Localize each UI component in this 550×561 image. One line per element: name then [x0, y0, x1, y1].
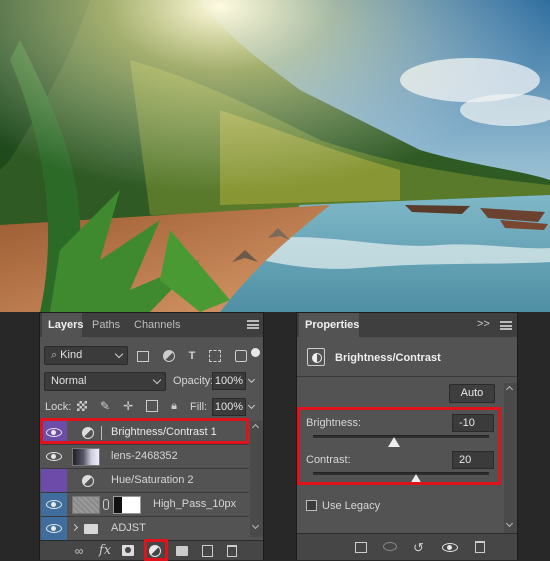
- highlight-adjustment-button: [144, 539, 168, 561]
- layer-color-tag: [41, 469, 67, 493]
- lock-artboard-icon[interactable]: [146, 400, 159, 412]
- highlight-brightness-layer: [40, 418, 249, 444]
- trash-icon[interactable]: [227, 545, 237, 557]
- layer-row-lens[interactable]: lens-2468352: [41, 444, 249, 468]
- opacity-chevron-icon[interactable]: [247, 375, 256, 384]
- use-legacy-checkbox[interactable]: [306, 500, 317, 511]
- layer-name[interactable]: High_Pass_10px: [153, 498, 236, 510]
- view-previous-icon[interactable]: [383, 542, 397, 551]
- eye-icon[interactable]: [46, 452, 62, 461]
- fill-chevron-icon[interactable]: [247, 401, 256, 410]
- lock-all-icon[interactable]: 🔒︎: [171, 400, 177, 413]
- beach-photo: [0, 0, 550, 312]
- opacity-label: Opacity:: [173, 375, 214, 387]
- layers-footer: ∞ fx: [40, 539, 263, 561]
- canvas-photo[interactable]: [0, 0, 550, 312]
- lock-paint-icon[interactable]: ✎: [100, 399, 110, 413]
- adjustment-layer-icon: [82, 475, 94, 487]
- blend-mode-select[interactable]: Normal: [44, 372, 166, 391]
- folder-icon: [84, 524, 98, 534]
- clip-to-layer-icon[interactable]: [355, 542, 367, 553]
- divider: [297, 376, 517, 377]
- blend-mode-label: Normal: [51, 375, 87, 387]
- eye-icon[interactable]: [46, 524, 62, 533]
- tab-properties[interactable]: Properties: [299, 313, 359, 337]
- panel-menu-icon[interactable]: [247, 320, 259, 329]
- trash-icon[interactable]: [475, 541, 485, 553]
- layers-scrollbar[interactable]: [250, 421, 263, 537]
- filter-kind-label: Kind: [60, 349, 83, 361]
- panel-menu-icon[interactable]: [500, 321, 512, 330]
- collapse-icon[interactable]: >>: [477, 318, 490, 330]
- layer-name[interactable]: Hue/Saturation 2: [111, 474, 194, 486]
- layer-row-adjst-group[interactable]: ADJST: [41, 516, 249, 541]
- eye-icon[interactable]: [442, 543, 458, 552]
- link-icon[interactable]: [103, 499, 109, 510]
- lock-move-icon[interactable]: ✛: [123, 399, 133, 413]
- filter-toggle-icon[interactable]: [251, 348, 260, 357]
- shape-filter-icon[interactable]: [209, 350, 222, 362]
- properties-tabbar: Properties >>: [297, 313, 517, 337]
- fill-label: Fill:: [190, 401, 208, 413]
- high-pass-thumbnail: [72, 496, 100, 514]
- properties-title: Brightness/Contrast: [335, 352, 441, 364]
- smart-object-filter-icon[interactable]: [234, 350, 247, 362]
- pixel-filter-icon[interactable]: [137, 350, 149, 362]
- filter-kind-select[interactable]: ⌕ Kind: [44, 346, 128, 365]
- folder-icon[interactable]: [176, 546, 188, 556]
- lock-icons: ✎ ✛ 🔒︎: [77, 399, 177, 413]
- highlight-controls: [297, 407, 501, 485]
- brightness-icon: [307, 348, 325, 366]
- expand-chevron-icon[interactable]: [70, 523, 79, 532]
- fill-input[interactable]: 100%: [212, 398, 246, 416]
- mask-thumbnail[interactable]: [113, 496, 141, 514]
- opacity-input[interactable]: 100%: [212, 372, 246, 390]
- eye-icon[interactable]: [46, 500, 62, 509]
- properties-scrollbar[interactable]: [504, 383, 517, 533]
- type-filter-icon[interactable]: T: [189, 350, 196, 362]
- auto-button[interactable]: Auto: [449, 384, 495, 403]
- properties-footer: ↺: [297, 533, 517, 560]
- layer-row-hue-saturation[interactable]: Hue/Saturation 2: [41, 468, 249, 493]
- layer-name[interactable]: lens-2468352: [111, 450, 178, 462]
- use-legacy-label: Use Legacy: [322, 500, 381, 512]
- tab-layers[interactable]: Layers: [42, 313, 83, 337]
- layer-row-high-pass[interactable]: High_Pass_10px: [41, 492, 249, 517]
- layers-tabbar: Layers Paths Channels: [40, 313, 263, 337]
- lock-transparent-icon[interactable]: [77, 401, 87, 411]
- link-layers-icon[interactable]: ∞: [70, 542, 88, 560]
- new-layer-icon[interactable]: [202, 545, 213, 557]
- adjustment-filter-icon[interactable]: [162, 350, 175, 362]
- mask-icon[interactable]: [122, 545, 134, 556]
- tab-paths[interactable]: Paths: [86, 313, 122, 337]
- filter-icons: T: [137, 349, 247, 363]
- reset-icon[interactable]: ↺: [413, 540, 424, 556]
- layer-name[interactable]: ADJST: [111, 522, 146, 534]
- fx-icon[interactable]: fx: [96, 542, 114, 560]
- lens-thumbnail: [72, 448, 100, 466]
- tab-channels[interactable]: Channels: [128, 313, 180, 337]
- lock-label: Lock:: [45, 401, 72, 413]
